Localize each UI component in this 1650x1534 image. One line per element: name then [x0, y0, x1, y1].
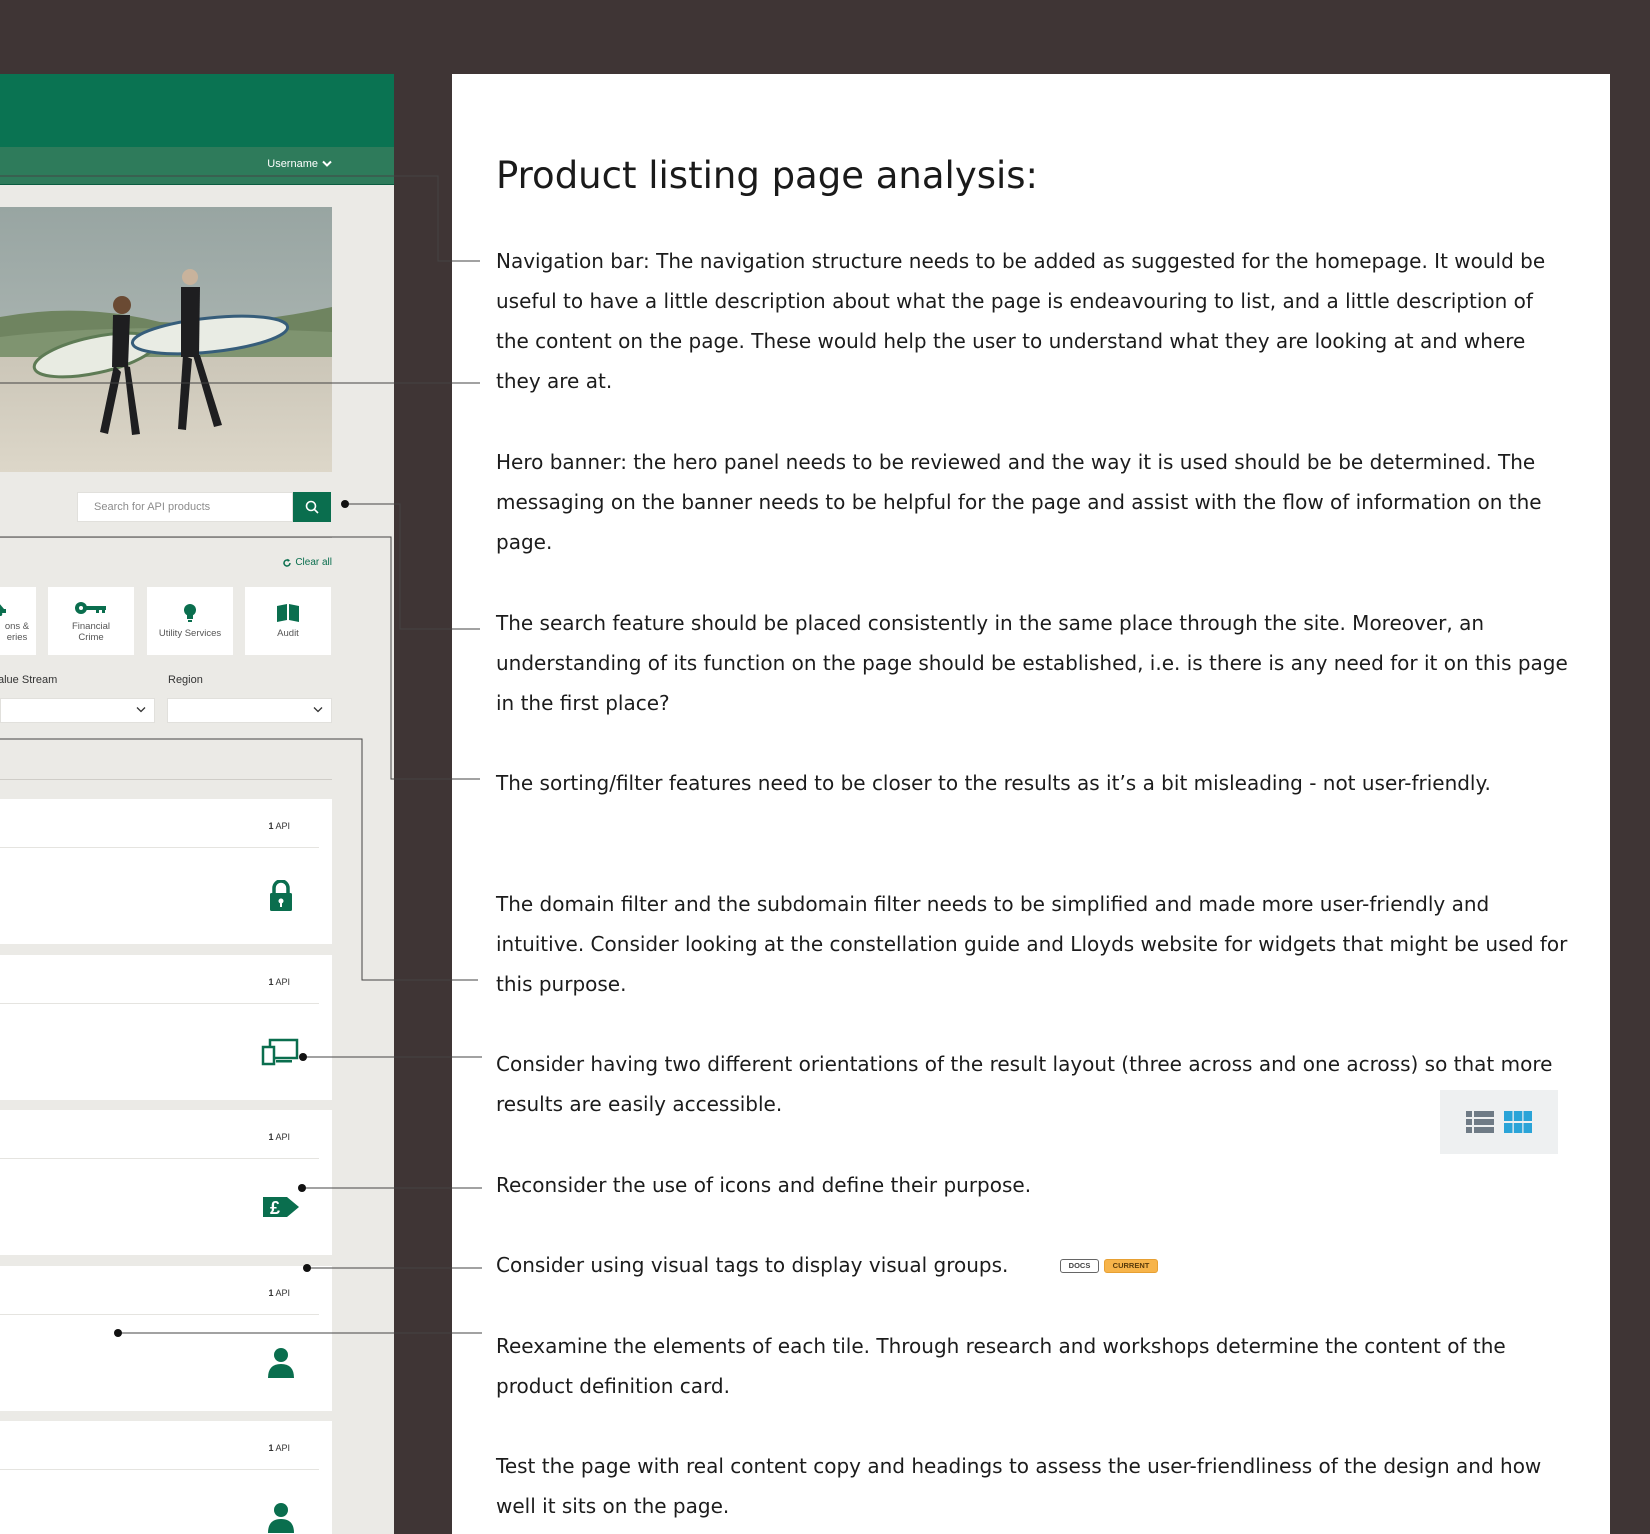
connector-dot — [298, 1184, 306, 1192]
connector-dot — [303, 1264, 311, 1272]
connector-dot — [299, 1053, 307, 1061]
annotation-connectors — [0, 175, 482, 1337]
connector-domain-filter — [0, 738, 478, 981]
connector-navigation-bar — [0, 175, 480, 262]
connector-sorting-filter — [0, 536, 480, 780]
connector-dot — [114, 1329, 122, 1337]
connector-search — [345, 503, 480, 630]
connector-dot — [341, 500, 349, 508]
